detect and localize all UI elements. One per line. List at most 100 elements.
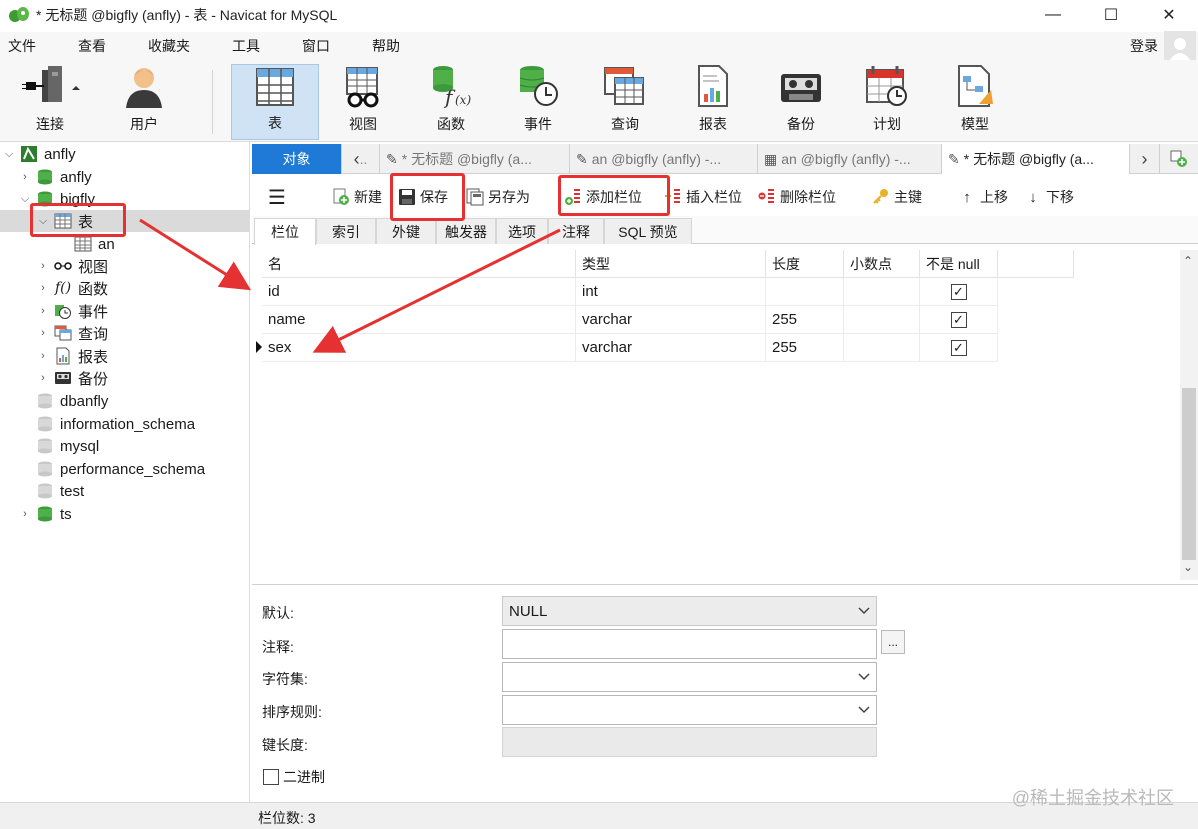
- table-row-not-null-cell[interactable]: ✓: [920, 334, 998, 362]
- table-button[interactable]: 表: [231, 64, 319, 140]
- table-row-not-null-cell[interactable]: ✓: [920, 278, 998, 306]
- tab-an-1[interactable]: ✎ an @bigfly (anfly) -...: [570, 144, 758, 174]
- menu-help[interactable]: 帮助: [360, 36, 412, 56]
- delete-field-button[interactable]: 删除栏位: [758, 178, 836, 216]
- tab-scroll-left[interactable]: ‹..: [342, 144, 380, 174]
- menu-file[interactable]: 文件: [0, 36, 48, 56]
- tree-db-information-schema[interactable]: information_schema: [0, 413, 250, 435]
- login-link[interactable]: 登录: [1130, 36, 1158, 56]
- schedule-button[interactable]: 计划: [843, 64, 931, 140]
- tab-untitled-1[interactable]: ✎ * 无标题 @bigfly (a...: [380, 144, 570, 174]
- column-header-not-null[interactable]: 不是 null: [920, 250, 998, 278]
- column-header-type[interactable]: 类型: [576, 250, 766, 278]
- menu-button[interactable]: ☰: [268, 178, 286, 216]
- menu-tools[interactable]: 工具: [220, 36, 272, 56]
- tab-an-2[interactable]: ▦ an @bigfly (anfly) -...: [758, 144, 942, 174]
- column-header-name[interactable]: 名: [262, 250, 576, 278]
- table-row-name-cell[interactable]: name: [262, 306, 576, 334]
- comment-ellipsis-button[interactable]: ...: [881, 630, 905, 654]
- table-row-name-cell[interactable]: sex: [262, 334, 576, 362]
- tree-backups[interactable]: › 备份: [0, 367, 250, 389]
- scrollbar-thumb[interactable]: [1182, 388, 1196, 560]
- move-up-button[interactable]: ↑ 上移: [958, 178, 1008, 216]
- table-row-type-cell[interactable]: int: [576, 278, 766, 306]
- tree-db-dbanfly[interactable]: dbanfly: [0, 390, 250, 412]
- table-row-decimals-cell[interactable]: [844, 334, 920, 362]
- avatar[interactable]: [1164, 31, 1196, 61]
- move-down-button[interactable]: ↓ 下移: [1024, 178, 1074, 216]
- menu-view[interactable]: 查看: [66, 36, 118, 56]
- tab-foreign-keys[interactable]: 外键: [376, 218, 436, 244]
- connect-button[interactable]: 连接: [6, 64, 94, 140]
- tab-indexes[interactable]: 索引: [316, 218, 376, 244]
- tree-db-ts[interactable]: › ts: [0, 503, 250, 525]
- user-button[interactable]: 用户: [100, 64, 188, 140]
- table-row-type-cell[interactable]: varchar: [576, 306, 766, 334]
- tree-reports[interactable]: › 报表: [0, 345, 250, 367]
- tab-scroll-right[interactable]: ›: [1130, 144, 1160, 174]
- minimize-button[interactable]: —: [1024, 0, 1082, 30]
- function-button[interactable]: f (x) 函数: [407, 64, 495, 140]
- tree-connection-anfly[interactable]: ⌵ anfly: [0, 143, 250, 165]
- table-row-length-cell[interactable]: [766, 278, 844, 306]
- binary-checkbox[interactable]: [263, 769, 279, 785]
- comment-input[interactable]: [502, 629, 877, 659]
- view-button[interactable]: 视图: [319, 64, 407, 140]
- insert-field-button[interactable]: 插入栏位: [664, 178, 742, 216]
- collapsed-chevron-icon[interactable]: ›: [36, 350, 50, 362]
- default-select[interactable]: NULL: [502, 596, 877, 626]
- tree-functions[interactable]: › f() 函数: [0, 277, 250, 299]
- tree-db-performance-schema[interactable]: performance_schema: [0, 458, 250, 480]
- tab-comment[interactable]: 注释: [548, 218, 604, 244]
- table-row-not-null-cell[interactable]: ✓: [920, 306, 998, 334]
- backup-button[interactable]: 备份: [757, 64, 845, 140]
- tree-queries[interactable]: › 查询: [0, 322, 250, 344]
- collation-select[interactable]: [502, 695, 877, 725]
- table-row-type-cell[interactable]: varchar: [576, 334, 766, 362]
- new-button[interactable]: 新建: [332, 178, 382, 216]
- table-row-length-cell[interactable]: 255: [766, 306, 844, 334]
- column-header-length[interactable]: 长度: [766, 250, 844, 278]
- tree-db-mysql[interactable]: mysql: [0, 435, 250, 457]
- tree-views[interactable]: › 视图: [0, 255, 250, 277]
- collapsed-chevron-icon[interactable]: ›: [36, 282, 50, 294]
- tree-db-anfly[interactable]: › anfly: [0, 166, 250, 188]
- maximize-button[interactable]: ☐: [1082, 0, 1140, 30]
- tree-events[interactable]: › 事件: [0, 300, 250, 322]
- collapsed-chevron-icon[interactable]: ›: [36, 327, 50, 339]
- not-null-checkbox[interactable]: ✓: [950, 339, 967, 356]
- close-button[interactable]: ✕: [1140, 0, 1198, 30]
- collapsed-chevron-icon[interactable]: ›: [18, 508, 32, 520]
- tab-fields[interactable]: 栏位: [254, 218, 316, 245]
- report-button[interactable]: 报表: [669, 64, 757, 140]
- event-button[interactable]: 事件: [494, 64, 582, 140]
- collapsed-chevron-icon[interactable]: ›: [36, 372, 50, 384]
- binary-option[interactable]: 二进制: [263, 767, 325, 787]
- query-button[interactable]: 查询: [581, 64, 669, 140]
- table-row-decimals-cell[interactable]: [844, 306, 920, 334]
- new-tab-button[interactable]: [1160, 144, 1198, 174]
- tab-untitled-current[interactable]: ✎ * 无标题 @bigfly (a...: [942, 144, 1130, 174]
- menu-window[interactable]: 窗口: [290, 36, 342, 56]
- tree-db-test[interactable]: test: [0, 480, 250, 502]
- menu-favorites[interactable]: 收藏夹: [136, 36, 202, 56]
- model-button[interactable]: 模型: [931, 64, 1019, 140]
- not-null-checkbox[interactable]: ✓: [950, 283, 967, 300]
- not-null-checkbox[interactable]: ✓: [950, 311, 967, 328]
- scroll-up-arrow-icon[interactable]: ⌃: [1183, 254, 1193, 268]
- tab-options[interactable]: 选项: [496, 218, 548, 244]
- primary-key-button[interactable]: 主键: [872, 178, 922, 216]
- save-as-button[interactable]: 另存为: [466, 178, 530, 216]
- table-row-length-cell[interactable]: 255: [766, 334, 844, 362]
- table-row-decimals-cell[interactable]: [844, 278, 920, 306]
- tab-sql-preview[interactable]: SQL 预览: [604, 218, 692, 244]
- vertical-scrollbar[interactable]: ⌃ ⌄: [1180, 250, 1198, 580]
- collapsed-chevron-icon[interactable]: ›: [18, 171, 32, 183]
- collapsed-chevron-icon[interactable]: ›: [36, 260, 50, 272]
- tab-objects[interactable]: 对象: [252, 144, 342, 174]
- scroll-down-arrow-icon[interactable]: ⌄: [1183, 560, 1193, 574]
- column-header-decimals[interactable]: 小数点: [844, 250, 920, 278]
- expanded-chevron-icon[interactable]: ⌵: [2, 148, 16, 161]
- tab-triggers[interactable]: 触发器: [436, 218, 496, 244]
- charset-select[interactable]: [502, 662, 877, 692]
